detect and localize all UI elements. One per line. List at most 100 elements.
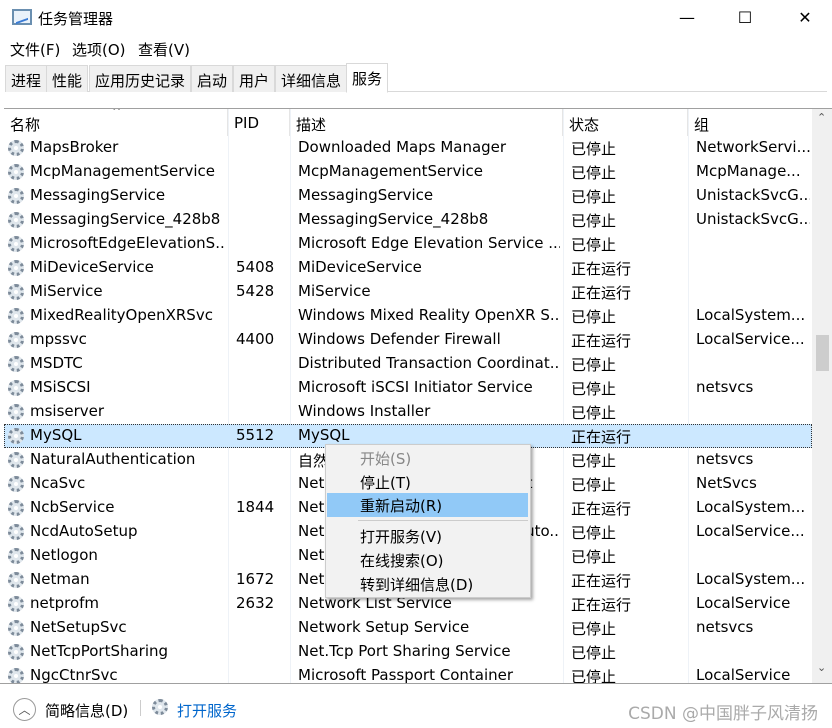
menu-item-open-services[interactable]: 打开服务(V) — [327, 524, 528, 548]
service-pid: 5408 — [236, 258, 275, 276]
service-name: netprofm — [30, 594, 100, 612]
menu-item-start[interactable]: 开始(S) — [327, 446, 528, 470]
table-row[interactable]: NetTcpPortSharing Net.Tcp Port Sharing Se… — [4, 640, 812, 664]
column-label: 名称 — [10, 116, 41, 134]
service-status: 已停止 — [571, 452, 617, 470]
service-name: NcbService — [30, 498, 115, 516]
service-gear-icon — [8, 164, 24, 180]
service-status: 已停止 — [571, 548, 617, 566]
service-pid: 5512 — [236, 426, 275, 444]
service-description: MiService — [298, 282, 371, 300]
service-group: LocalService — [696, 594, 791, 612]
service-description: Downloaded Maps Manager — [298, 138, 507, 156]
service-group: NetworkServi... — [696, 138, 810, 156]
tab-app-history[interactable]: 应用历史记录 — [89, 65, 192, 92]
tab-startup[interactable]: 启动 — [191, 65, 234, 92]
service-gear-icon — [8, 644, 24, 660]
service-name: Netlogon — [30, 546, 98, 564]
table-row[interactable]: mpssvc 4400 Windows Defender Firewall 正在运行 L… — [4, 328, 812, 352]
service-name: MSiSCSI — [30, 378, 91, 396]
table-row[interactable]: MapsBroker Downloaded Maps Manager 已停止 Netw… — [4, 136, 812, 160]
table-row[interactable]: NetSetupSvc Network Setup Service 已停止 netsv… — [4, 616, 812, 640]
service-group: LocalService... — [696, 522, 805, 540]
service-status: 已停止 — [571, 476, 617, 494]
table-row[interactable]: MixedRealityOpenXRSvc Windows Mixed Reali… — [4, 304, 812, 328]
scrollbar-thumb[interactable] — [816, 335, 829, 371]
tab-bar: 进程 性能 应用历史记录 启动 用户 详细信息 服务 — [5, 63, 827, 93]
sort-ascending-icon: ^ — [112, 108, 122, 118]
maximize-button[interactable]: ☐ — [730, 6, 760, 30]
context-menu: 开始(S) 停止(T) 重新启动(R) 打开服务(V) 在线搜索(O) 转到详细… — [325, 444, 531, 598]
scroll-up-icon[interactable]: ⌃ — [817, 111, 826, 124]
service-description: Microsoft Edge Elevation Service ... — [298, 234, 560, 252]
service-name: MessagingService_428b8 — [30, 210, 221, 228]
service-pid: 4400 — [236, 330, 275, 348]
service-pid: 1844 — [236, 498, 275, 516]
service-group: LocalSystem... — [696, 306, 806, 324]
service-description: Distributed Transaction Coordinat... — [298, 354, 560, 372]
tab-performance[interactable]: 性能 — [46, 65, 89, 92]
service-gear-icon — [8, 308, 24, 324]
menu-item-restart[interactable]: 重新启动(R) — [327, 493, 528, 517]
service-gear-icon — [8, 572, 24, 588]
service-gear-icon — [8, 284, 24, 300]
menu-item-search-online[interactable]: 在线搜索(O) — [327, 548, 528, 572]
menu-file[interactable]: 文件(F) — [10, 39, 60, 60]
service-name: msiserver — [30, 402, 105, 420]
service-group: LocalService... — [696, 330, 805, 348]
table-row[interactable]: msiserver Windows Installer 已停止 — [4, 400, 812, 424]
table-row[interactable]: MessagingService MessagingService 已停止 Unist… — [4, 184, 812, 208]
service-description: MiDeviceService — [298, 258, 422, 276]
table-row[interactable]: NgcCtnrSvc Microsoft Passport Container 已停… — [4, 664, 812, 683]
service-description: MessagingService — [298, 186, 434, 204]
service-gear-icon — [8, 380, 24, 396]
service-gear-icon — [8, 140, 24, 156]
column-status[interactable]: 状态 — [563, 109, 688, 136]
chevron-up-icon[interactable]: ︿ — [13, 698, 36, 721]
table-row[interactable]: MessagingService_428b8 MessagingService_4… — [4, 208, 812, 232]
menu-item-go-to-details[interactable]: 转到详细信息(D) — [327, 572, 528, 596]
service-gear-icon — [8, 260, 24, 276]
table-row[interactable]: MSDTC Distributed Transaction Coordinat..… — [4, 352, 812, 376]
service-status: 正在运行 — [571, 572, 632, 590]
table-row[interactable]: MicrosoftEdgeElevationS... Microsoft Edge… — [4, 232, 812, 256]
open-services-link[interactable]: 打开服务 — [177, 700, 237, 721]
column-group[interactable]: 组 — [688, 109, 812, 136]
tab-users[interactable]: 用户 — [233, 65, 276, 92]
service-gear-icon — [8, 404, 24, 420]
tab-services[interactable]: 服务 — [346, 63, 389, 93]
service-status: 正在运行 — [571, 500, 632, 518]
service-gear-icon — [8, 524, 24, 540]
service-status: 正在运行 — [571, 284, 632, 302]
fewer-details-button[interactable]: 简略信息(D) — [45, 700, 128, 721]
table-row[interactable]: MSiSCSI Microsoft iSCSI Initiator Service… — [4, 376, 812, 400]
service-gear-icon — [8, 428, 24, 444]
minimize-button[interactable]: — — [672, 6, 702, 30]
service-description: MySQL — [298, 426, 350, 444]
menu-options[interactable]: 选项(O) — [72, 39, 126, 60]
tab-details[interactable]: 详细信息 — [275, 65, 348, 92]
service-gear-icon — [8, 356, 24, 372]
scroll-down-icon[interactable]: ⌄ — [817, 661, 826, 674]
service-gear-icon — [8, 668, 24, 683]
service-group: netsvcs — [696, 378, 754, 396]
service-group: netsvcs — [696, 450, 754, 468]
table-row[interactable]: MiDeviceService 5408 MiDeviceService 正在运行 — [4, 256, 812, 280]
close-button[interactable]: ✕ — [790, 6, 820, 30]
service-group: UnistackSvcG... — [696, 210, 810, 228]
task-manager-icon — [12, 9, 32, 25]
column-pid[interactable]: PID — [228, 109, 290, 136]
column-name[interactable]: 名称 ^ — [4, 109, 228, 136]
vertical-scrollbar[interactable]: ⌃ ⌄ — [812, 109, 832, 683]
column-description[interactable]: 描述 — [290, 109, 563, 136]
service-description: Windows Mixed Reality OpenXR S... — [298, 306, 560, 324]
service-name: NaturalAuthentication — [30, 450, 196, 468]
service-name: MiService — [30, 282, 103, 300]
menu-item-stop[interactable]: 停止(T) — [327, 470, 528, 494]
service-status: 已停止 — [571, 620, 617, 638]
service-status: 已停止 — [571, 140, 617, 158]
table-row[interactable]: McpManagementService McpManagementService… — [4, 160, 812, 184]
table-row[interactable]: MiService 5428 MiService 正在运行 — [4, 280, 812, 304]
tab-processes[interactable]: 进程 — [5, 65, 48, 92]
menu-view[interactable]: 查看(V) — [138, 39, 190, 60]
